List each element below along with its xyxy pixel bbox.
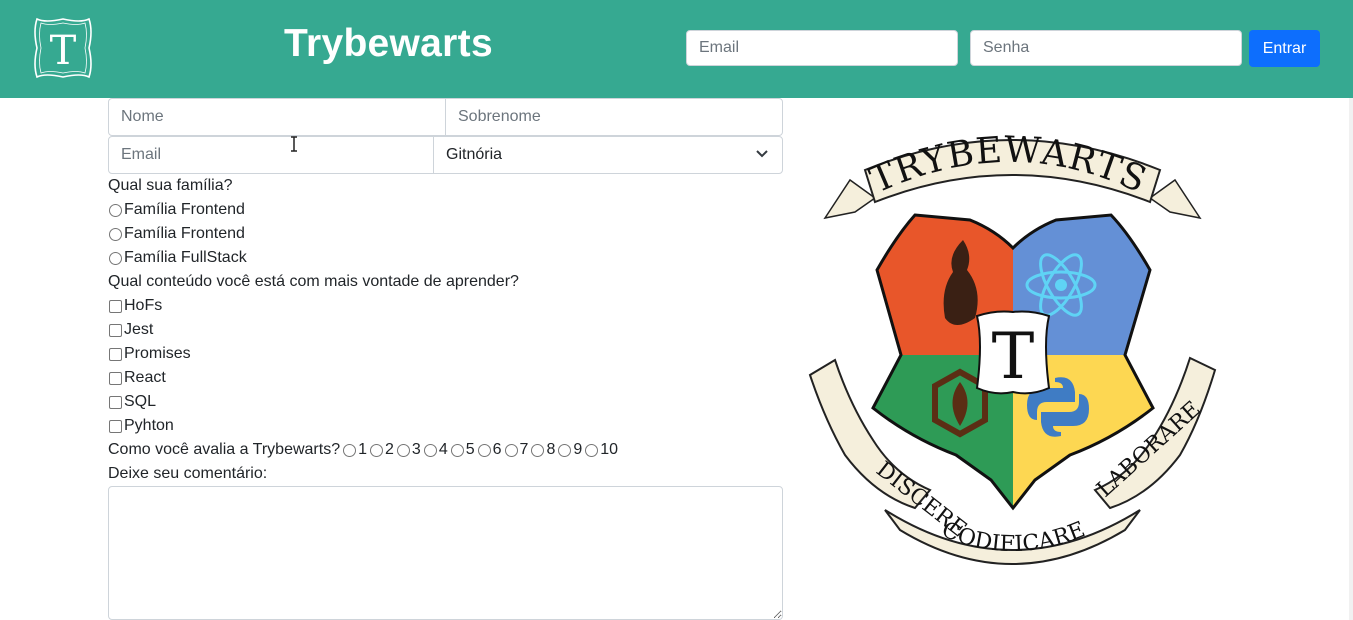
rating-option-1[interactable]: 1 <box>340 441 367 459</box>
family-option[interactable]: Família Frontend <box>108 198 245 222</box>
content-question: Qual conteúdo você está com mais vontade… <box>108 273 519 290</box>
family-radio[interactable] <box>109 251 122 265</box>
content-option[interactable]: Pyhton <box>108 414 174 438</box>
rating-option-7[interactable]: 7 <box>502 441 528 459</box>
rating-radio[interactable] <box>423 443 437 457</box>
family-radio[interactable] <box>109 227 122 241</box>
rating-radio[interactable] <box>370 443 384 457</box>
rating-option-10[interactable]: 10 <box>582 441 618 459</box>
rating-radio[interactable] <box>343 443 357 457</box>
family-radio[interactable] <box>109 203 122 217</box>
text-cursor-icon <box>291 136 297 152</box>
rating-option-9[interactable]: 9 <box>555 441 582 459</box>
family-question: Qual sua família? <box>108 177 233 194</box>
rating-radio[interactable] <box>450 443 464 457</box>
svg-text:T: T <box>50 28 77 74</box>
content-checkbox[interactable] <box>109 323 122 337</box>
first-name-input[interactable] <box>108 98 446 136</box>
rating-radio[interactable] <box>396 443 410 457</box>
family-option[interactable]: Família FullStack <box>108 246 247 270</box>
rating-group: Como você avalia a Trybewarts? 1 2 3 4 5… <box>108 438 618 462</box>
top-header: T Trybewarts Entrar <box>0 0 1353 98</box>
login-email-input[interactable] <box>686 30 958 66</box>
rating-radio[interactable] <box>477 443 491 457</box>
rating-radio[interactable] <box>558 443 572 457</box>
content-option[interactable]: Promises <box>108 342 191 366</box>
rating-option-2[interactable]: 2 <box>367 441 394 459</box>
rating-option-8[interactable]: 8 <box>528 441 555 459</box>
family-option[interactable]: Família Frontend <box>108 222 245 246</box>
rating-option-3[interactable]: 3 <box>394 441 421 459</box>
login-password-input[interactable] <box>970 30 1242 66</box>
page-title: Trybewarts <box>284 22 493 65</box>
rating-radio[interactable] <box>504 443 518 457</box>
trybewarts-logo[interactable]: T <box>31 15 95 81</box>
content-option[interactable]: React <box>108 366 166 390</box>
trybewarts-crest-image: TRYBEWARTS T DISCERE LABORARE CODIFICARE <box>808 130 1217 565</box>
chevron-down-icon <box>756 150 768 158</box>
content-checkbox[interactable] <box>109 419 122 433</box>
content-checkbox[interactable] <box>109 299 122 313</box>
house-select-value: Gitnória <box>446 146 503 163</box>
content-option[interactable]: SQL <box>108 390 156 414</box>
house-select[interactable]: Gitnória <box>433 136 783 174</box>
content-checkbox[interactable] <box>109 371 122 385</box>
content-checkbox[interactable] <box>109 347 122 361</box>
content-option[interactable]: HoFs <box>108 294 162 318</box>
content-checkbox[interactable] <box>109 395 122 409</box>
svg-text:T: T <box>992 320 1035 394</box>
rating-radio[interactable] <box>531 443 545 457</box>
rating-option-4[interactable]: 4 <box>421 441 448 459</box>
content-option[interactable]: Jest <box>108 318 153 342</box>
comment-textarea[interactable] <box>108 486 783 620</box>
rating-option-6[interactable]: 6 <box>475 441 502 459</box>
email-input[interactable] <box>108 136 434 174</box>
page-scrollbar[interactable] <box>1349 98 1353 620</box>
rating-option-5[interactable]: 5 <box>448 441 475 459</box>
last-name-input[interactable] <box>445 98 783 136</box>
login-button[interactable]: Entrar <box>1249 30 1320 67</box>
comment-label: Deixe seu comentário: <box>108 465 268 482</box>
rating-radio[interactable] <box>585 443 599 457</box>
rating-question: Como você avalia a Trybewarts? <box>108 441 341 458</box>
